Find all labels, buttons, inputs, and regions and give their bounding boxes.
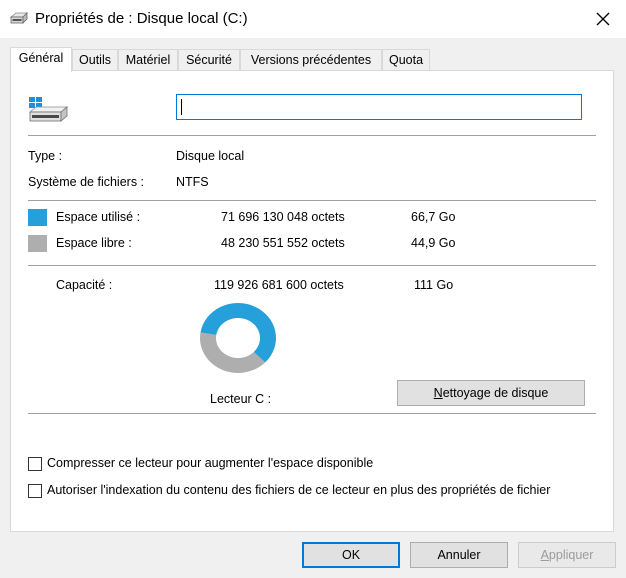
compress-checkbox[interactable] [28, 457, 42, 471]
ok-button[interactable]: OK [302, 542, 400, 568]
disk-cleanup-label-rest: ettoyage de disque [442, 386, 549, 400]
tab-previous-versions[interactable]: Versions précédentes [240, 49, 382, 70]
drive-icon [10, 12, 28, 24]
free-space-label: Espace libre : [56, 236, 132, 250]
window-title: Propriétés de : Disque local (C:) [35, 10, 248, 27]
capacity-bytes: 119 926 681 600 octets [214, 278, 344, 292]
indexing-checkbox-label[interactable]: Autoriser l'indexation du contenu des fi… [47, 483, 550, 497]
cancel-button[interactable]: Annuler [410, 542, 508, 568]
title-bar: Propriétés de : Disque local (C:) [0, 0, 626, 38]
tab-security[interactable]: Sécurité [178, 49, 240, 70]
close-icon [596, 12, 610, 26]
used-space-size: 66,7 Go [411, 210, 456, 224]
windows-drive-icon [28, 97, 68, 122]
text-caret [181, 99, 182, 115]
apply-mnemonic: A [540, 548, 549, 562]
indexing-checkbox[interactable] [28, 484, 42, 498]
filesystem-label: Système de fichiers : [28, 175, 145, 189]
free-space-bytes: 48 230 551 552 octets [221, 236, 345, 250]
separator [28, 265, 596, 266]
separator [28, 200, 596, 201]
compress-checkbox-label[interactable]: Compresser ce lecteur pour augmenter l'e… [47, 456, 373, 470]
free-space-size: 44,9 Go [411, 236, 456, 250]
apply-button[interactable]: Appliquer [518, 542, 616, 568]
used-space-swatch [28, 209, 47, 226]
close-button[interactable] [586, 6, 620, 32]
disk-cleanup-button[interactable]: Nettoyage de disque [397, 380, 585, 406]
capacity-label: Capacité : [56, 278, 113, 292]
disk-usage-donut [200, 303, 276, 373]
filesystem-value: NTFS [176, 175, 209, 189]
general-panel: Type : Disque local Système de fichiers … [10, 70, 614, 532]
tab-tools[interactable]: Outils [72, 49, 118, 70]
drive-label: Lecteur C : [210, 392, 272, 406]
used-space-label: Espace utilisé : [56, 210, 141, 224]
tab-quota[interactable]: Quota [382, 49, 430, 70]
drive-name-input[interactable] [176, 94, 582, 120]
apply-label-rest: ppliquer [548, 548, 594, 562]
separator [28, 413, 596, 414]
tab-hardware[interactable]: Matériel [118, 49, 178, 70]
type-value: Disque local [176, 149, 245, 163]
separator [28, 135, 596, 136]
used-space-bytes: 71 696 130 048 octets [221, 210, 345, 224]
tab-general[interactable]: Général [10, 47, 72, 72]
disk-cleanup-mnemonic: N [433, 386, 443, 400]
type-label: Type : [28, 149, 63, 163]
capacity-size: 111 Go [414, 278, 454, 292]
free-space-swatch [28, 235, 47, 252]
